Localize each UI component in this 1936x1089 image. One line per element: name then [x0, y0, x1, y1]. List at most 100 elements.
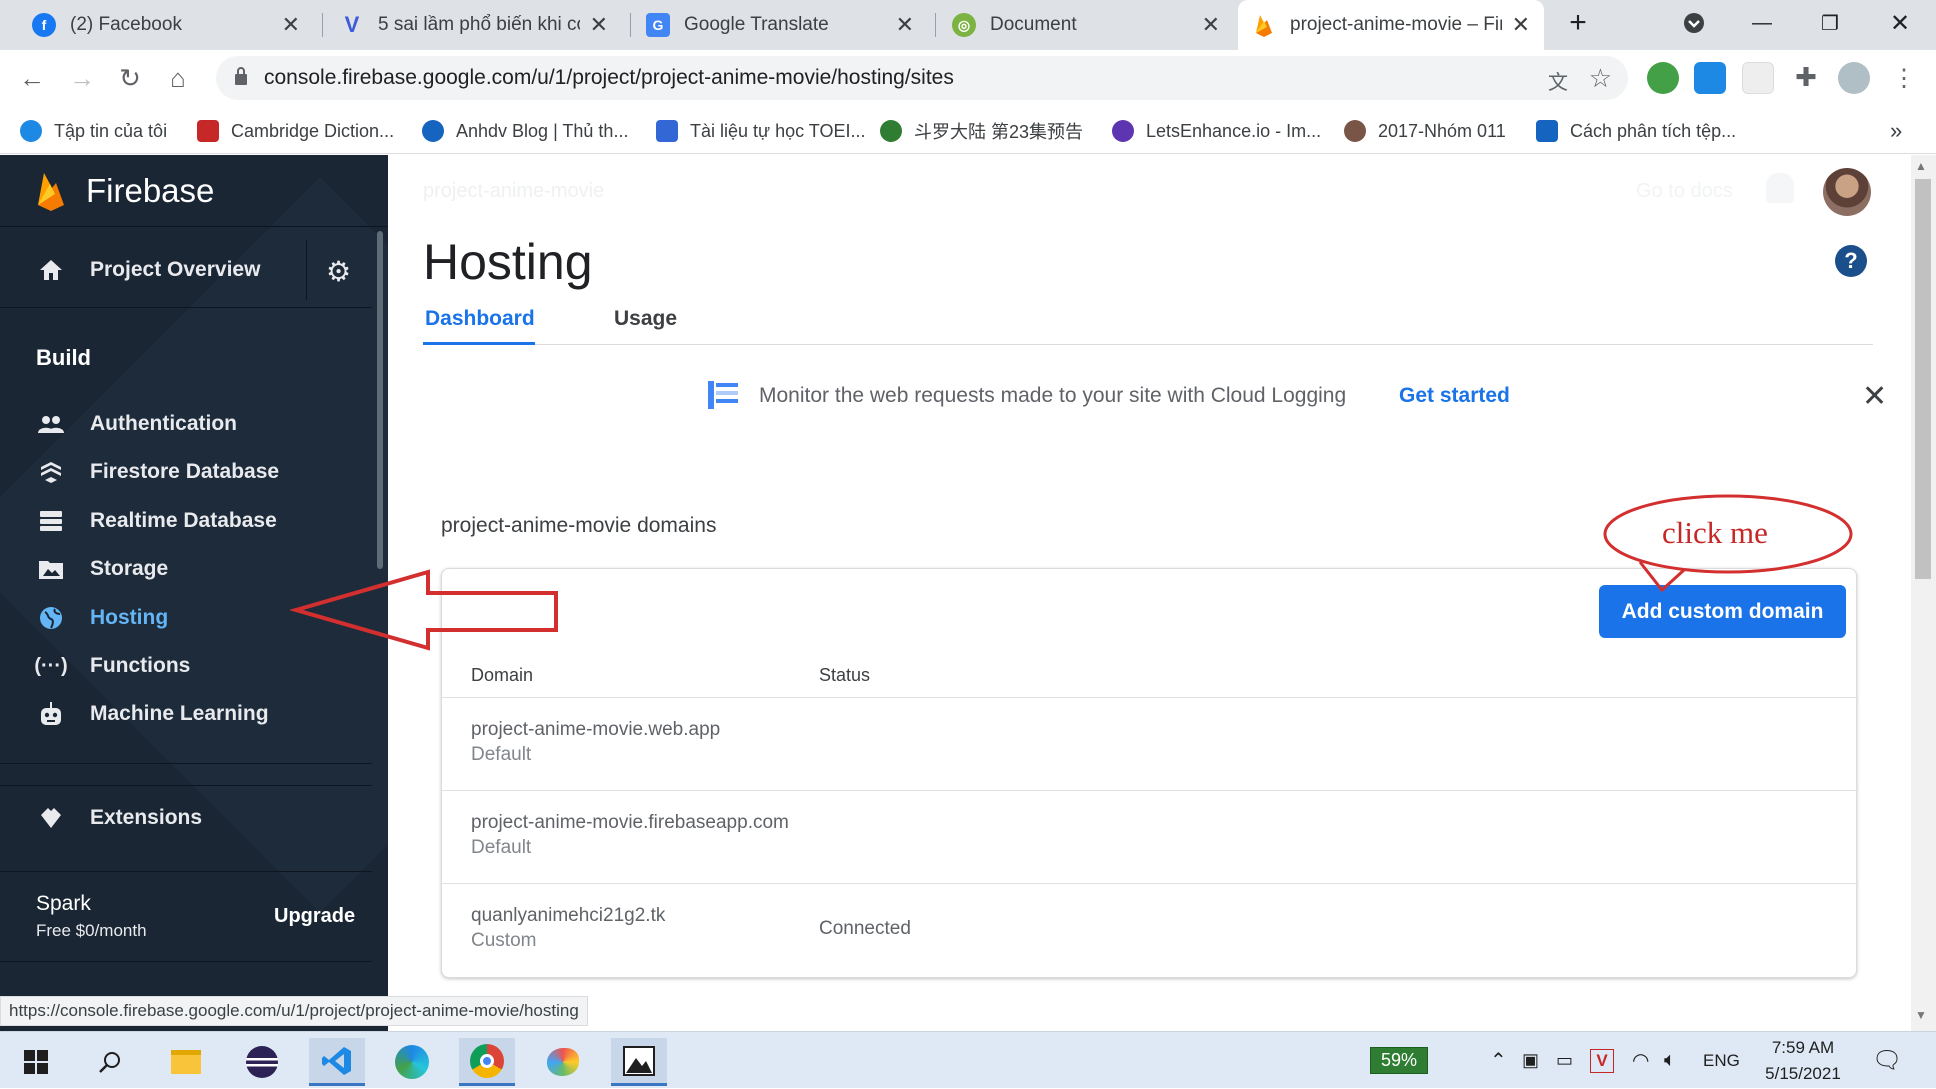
notifications-bell-icon[interactable]	[1766, 173, 1794, 203]
browser-tab-firebase[interactable]: project-anime-movie – Fir ✕	[1238, 0, 1544, 50]
play-icon	[880, 120, 902, 142]
grammar-extension-icon[interactable]	[1647, 62, 1679, 94]
browser-tab-facebook[interactable]: f (2) Facebook ✕	[18, 0, 314, 50]
sidebar-item-realtime-database[interactable]: Realtime Database	[0, 497, 372, 545]
get-started-link[interactable]: Get started	[1399, 384, 1510, 408]
more-bookmarks-icon[interactable]: »	[1890, 116, 1902, 146]
browser-tab-google-translate[interactable]: G Google Translate ✕	[632, 0, 928, 50]
plan-price: Free $0/month	[36, 921, 147, 940]
browser-tab-document[interactable]: ◎ Document ✕	[938, 0, 1234, 50]
blank-extension-icon[interactable]	[1742, 62, 1774, 94]
chrome-menu-icon[interactable]: ⋮	[1884, 58, 1924, 98]
input-language[interactable]: ENG	[1703, 1032, 1740, 1089]
chrome-icon[interactable]	[459, 1038, 515, 1086]
domain-name: quanlyanimehci21g2.tk	[471, 905, 666, 926]
notification-center-icon[interactable]: 🗨︎	[1872, 1032, 1902, 1089]
bookmark-item[interactable]: 斗罗大陆 第23集预告	[880, 116, 1083, 146]
table-row[interactable]: project-anime-movie.firebaseapp.com Defa…	[442, 790, 1858, 883]
tab-usage[interactable]: Usage	[614, 307, 677, 331]
extensions-icon	[37, 804, 65, 832]
close-tab-icon[interactable]: ✕	[1512, 12, 1530, 38]
google-translate-icon: G	[646, 13, 670, 37]
address-bar[interactable]: console.firebase.google.com/u/1/project/…	[216, 56, 1628, 100]
home-icon[interactable]: ⌂	[158, 58, 198, 98]
file-explorer-icon[interactable]	[158, 1038, 214, 1086]
table-row[interactable]: project-anime-movie.web.app Default	[442, 697, 1858, 790]
tab-dashboard[interactable]: Dashboard	[425, 307, 535, 331]
profile-avatar-icon[interactable]	[1838, 62, 1870, 94]
wifi-icon[interactable]: ◠	[1632, 1032, 1649, 1089]
bookmark-item[interactable]: Tập tin của tôi	[20, 116, 167, 146]
bookmark-item[interactable]: Cách phân tích tệp...	[1536, 116, 1736, 146]
browser-tab-article[interactable]: V 5 sai lầm phổ biến khi cod ✕	[326, 0, 622, 50]
letsenhance-icon	[1112, 120, 1134, 142]
sidebar-item-machine-learning[interactable]: Machine Learning	[0, 690, 372, 738]
photos-icon[interactable]	[611, 1038, 667, 1086]
paint-icon[interactable]	[535, 1038, 591, 1086]
firebase-wordmark: Firebase	[86, 171, 215, 209]
lock-icon	[235, 67, 247, 85]
settings-gear-icon[interactable]: ⚙	[326, 255, 351, 288]
droplet-extension-icon[interactable]	[1694, 62, 1726, 94]
sidebar-item-firestore[interactable]: Firestore Database	[0, 448, 372, 496]
close-tab-icon[interactable]: ✕	[282, 12, 300, 38]
functions-icon: (···)	[34, 654, 68, 677]
translate-page-icon[interactable]: 文	[1548, 66, 1568, 95]
avatar-icon	[1344, 120, 1366, 142]
battery-icon[interactable]: ▭	[1556, 1032, 1573, 1089]
firebase-brand[interactable]: Firebase	[0, 155, 388, 227]
link-status-bubble: https://console.firebase.google.com/u/1/…	[0, 996, 588, 1026]
antivirus-icon[interactable]: V	[1590, 1032, 1614, 1089]
edge-icon[interactable]	[384, 1038, 440, 1086]
close-tab-icon[interactable]: ✕	[590, 12, 608, 38]
project-selector[interactable]: project-anime-movie	[423, 180, 604, 203]
image-folder-icon	[37, 555, 65, 583]
tab-title: project-anime-movie – Fir	[1290, 14, 1502, 35]
meet-now-icon[interactable]: ▣	[1522, 1032, 1539, 1089]
close-tab-icon[interactable]: ✕	[1202, 12, 1220, 38]
bookmark-item[interactable]: Anhdv Blog | Thủ th...	[422, 116, 628, 146]
bookmark-item[interactable]: LetsEnhance.io - Im...	[1112, 116, 1321, 146]
upgrade-button[interactable]: Upgrade	[274, 905, 355, 928]
scroll-thumb[interactable]	[1915, 179, 1931, 579]
eclipse-icon[interactable]	[234, 1038, 290, 1086]
close-tab-icon[interactable]: ✕	[896, 12, 914, 38]
extensions-puzzle-icon[interactable]: ✚	[1790, 62, 1822, 94]
domain-name: project-anime-movie.firebaseapp.com	[471, 812, 789, 833]
restore-icon[interactable]: ❐	[1802, 0, 1858, 46]
close-banner-icon[interactable]: ✕	[1862, 379, 1887, 414]
page-scrollbar[interactable]: ▲ ▼	[1911, 155, 1936, 1031]
battery-indicator[interactable]: 59%	[1370, 1032, 1429, 1089]
project-overview-link[interactable]: Project Overview	[0, 246, 372, 294]
new-tab-button[interactable]: +	[1550, 0, 1606, 46]
help-icon[interactable]: ?	[1835, 245, 1867, 277]
bookmark-item[interactable]: Cambridge Diction...	[197, 116, 394, 146]
close-window-icon[interactable]: ✕	[1872, 0, 1928, 46]
logging-list-icon	[708, 381, 738, 409]
sidebar-item-extensions[interactable]: Extensions	[0, 785, 372, 851]
volume-icon[interactable]: 🔈︎	[1664, 1032, 1676, 1089]
reload-icon[interactable]: ↻	[110, 58, 150, 98]
forward-icon[interactable]: →	[62, 58, 102, 98]
account-avatar[interactable]	[1823, 168, 1871, 216]
bookmark-star-icon[interactable]: ☆	[1589, 63, 1612, 94]
back-icon[interactable]: ←	[12, 58, 52, 98]
domain-name: project-anime-movie.web.app	[471, 719, 721, 740]
tab-search-icon[interactable]	[1666, 0, 1722, 46]
sidebar-item-authentication[interactable]: Authentication	[0, 400, 372, 448]
show-hidden-icons[interactable]: ⌃	[1490, 1032, 1507, 1089]
tab-title: 5 sai lầm phổ biến khi cod	[378, 14, 580, 35]
windows-start-icon[interactable]	[8, 1038, 64, 1086]
cloud-icon	[20, 120, 42, 142]
vscode-icon[interactable]	[309, 1038, 365, 1086]
sidebar-scrollbar[interactable]	[377, 231, 383, 569]
bookmark-item[interactable]: 2017-Nhóm 011	[1344, 116, 1506, 146]
go-to-docs-link[interactable]: Go to docs	[1636, 180, 1733, 203]
minimize-icon[interactable]: —	[1734, 0, 1790, 46]
search-icon[interactable]	[82, 1038, 138, 1086]
system-clock[interactable]: 7:59 AM 5/15/2021	[1758, 1032, 1848, 1089]
table-row[interactable]: quanlyanimehci21g2.tk Custom Connected	[442, 883, 1858, 977]
bookmark-item[interactable]: Tài liệu tự học TOEI...	[656, 116, 865, 146]
firebase-icon	[1252, 13, 1276, 37]
document-globe-icon: ◎	[952, 13, 976, 37]
